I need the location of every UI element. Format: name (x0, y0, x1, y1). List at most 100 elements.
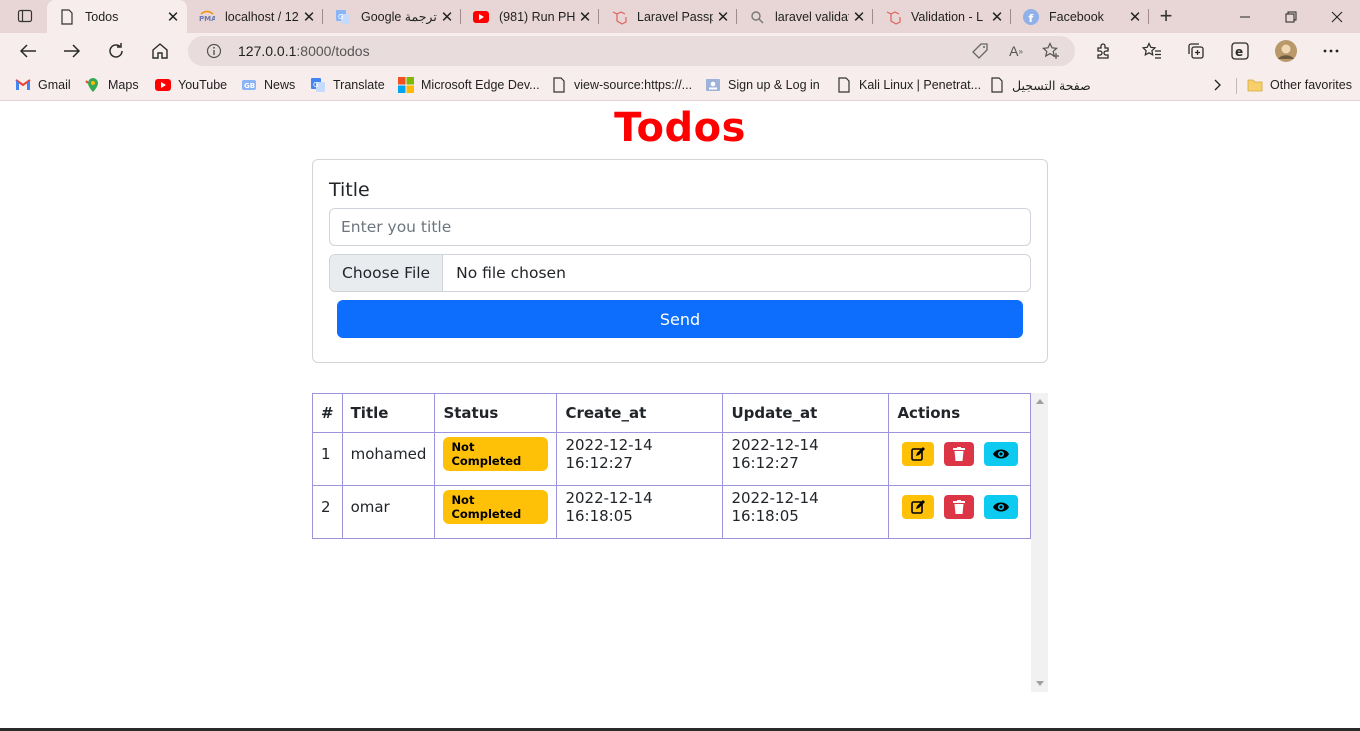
url-field[interactable]: 127.0.0.1:8000/todos A» (188, 36, 1075, 66)
view-button[interactable] (984, 442, 1019, 466)
youtube-icon (155, 77, 171, 93)
internet-explorer-mode-icon[interactable]: e (1225, 37, 1255, 65)
close-window-icon[interactable] (1314, 0, 1360, 33)
favorites-icon[interactable] (1137, 37, 1167, 65)
close-icon[interactable]: ✕ (299, 7, 319, 27)
delete-button[interactable] (944, 442, 975, 466)
avatar[interactable] (1271, 37, 1301, 65)
column-header-number: # (312, 393, 343, 433)
translate-icon: G (335, 9, 351, 25)
bookmark-label: Maps (108, 78, 139, 92)
row-actions (888, 432, 1031, 486)
row-status: Not Completed (434, 485, 558, 539)
tab-label: Laravel Passp (637, 9, 713, 24)
close-icon[interactable]: ✕ (713, 7, 733, 27)
bookmark-view-source[interactable]: view-source:https://... (551, 75, 692, 95)
bookmark-label: Gmail (38, 78, 71, 92)
svg-text:f: f (1029, 12, 1034, 25)
row-title: omar (341, 485, 436, 539)
tab-bar: Todos ✕ PMA localhost / 12 ✕ G Google تر… (0, 0, 1360, 33)
bookmark-other-favorites[interactable]: Other favorites (1247, 75, 1352, 95)
page-icon (551, 77, 567, 93)
back-icon[interactable] (13, 37, 43, 65)
close-icon[interactable]: ✕ (163, 7, 183, 27)
bookmark-label: Microsoft Edge Dev... (421, 78, 540, 92)
svg-text:e: e (1235, 45, 1243, 59)
view-button[interactable] (984, 495, 1019, 519)
scroll-down-icon[interactable] (1031, 675, 1048, 692)
close-icon[interactable]: ✕ (575, 7, 595, 27)
tab-facebook[interactable]: f Facebook ✕ (1011, 0, 1149, 33)
scroll-up-icon[interactable] (1031, 393, 1048, 410)
bookmark-news[interactable]: GB News (241, 75, 295, 95)
tab-todos[interactable]: Todos ✕ (47, 0, 187, 33)
close-icon[interactable]: ✕ (437, 7, 457, 27)
status-badge: Not Completed (443, 490, 549, 524)
bookmark-label: Kali Linux | Penetrat... (859, 78, 982, 92)
bookmark-translate[interactable]: G Translate (310, 75, 385, 95)
edit-button[interactable] (902, 442, 935, 466)
tab-label: localhost / 12 (225, 9, 299, 24)
bookmarks-divider (1236, 78, 1237, 94)
chevron-right-icon[interactable] (1212, 75, 1222, 95)
close-icon[interactable]: ✕ (1125, 7, 1145, 27)
refresh-icon[interactable] (101, 37, 131, 65)
extensions-icon[interactable] (1088, 37, 1118, 65)
bookmark-maps[interactable]: Maps (85, 75, 139, 95)
translate-icon: G (310, 77, 326, 93)
bookmark-edge-dev[interactable]: Microsoft Edge Dev... (398, 75, 540, 95)
row-created-at: 2022-12-14 16:18:05 (556, 485, 724, 539)
edit-button[interactable] (902, 495, 935, 519)
choose-file-button[interactable]: Choose File (330, 255, 444, 291)
title-input[interactable] (329, 208, 1031, 246)
tab-label: Facebook (1049, 9, 1104, 24)
bookmark-label: Other favorites (1270, 78, 1352, 92)
microsoft-icon (398, 77, 414, 93)
read-aloud-icon[interactable]: A» (1006, 41, 1026, 61)
tab-laravel-validation-search[interactable]: laravel validat ✕ (737, 0, 873, 33)
home-icon[interactable] (145, 37, 175, 65)
tab-validation[interactable]: Validation - L ✕ (873, 0, 1011, 33)
bookmarks-bar: Gmail Maps YouTube GB News G Translate M… (0, 69, 1360, 101)
more-options-icon[interactable] (1316, 37, 1346, 65)
eye-icon (993, 502, 1010, 512)
bookmark-registration[interactable]: صفحة التسجيل (989, 75, 1091, 95)
close-icon[interactable]: ✕ (987, 7, 1007, 27)
url-text: 127.0.0.1:8000/todos (238, 43, 370, 59)
file-input[interactable]: Choose File No file chosen (329, 254, 1031, 292)
restore-icon[interactable] (1268, 0, 1314, 33)
tab-label: Validation - L (911, 9, 984, 24)
tab-laravel-passport[interactable]: Laravel Passp ✕ (599, 0, 737, 33)
tab-youtube[interactable]: (981) Run PHP ✕ (461, 0, 599, 33)
bookmark-label: صفحة التسجيل (1012, 78, 1091, 93)
bookmark-label: YouTube (178, 78, 228, 92)
laravel-icon (611, 9, 627, 25)
close-icon[interactable]: ✕ (849, 7, 869, 27)
tab-translate[interactable]: G Google ترجمة ✕ (323, 0, 461, 33)
bookmark-kali[interactable]: Kali Linux | Penetrat... (836, 75, 981, 95)
collections-icon[interactable] (1181, 37, 1211, 65)
bookmark-youtube[interactable]: YouTube (155, 75, 227, 95)
info-icon[interactable] (204, 41, 224, 61)
table-scrollbar[interactable] (1031, 393, 1048, 692)
row-updated-at: 2022-12-14 16:18:05 (722, 485, 890, 539)
row-created-at: 2022-12-14 16:12:27 (556, 432, 724, 486)
row-title: mohamed (341, 432, 436, 486)
send-button[interactable]: Send (337, 300, 1023, 338)
delete-button[interactable] (944, 495, 975, 519)
new-tab-icon[interactable]: + (1153, 3, 1179, 28)
minimize-icon[interactable] (1222, 0, 1268, 33)
tab-localhost[interactable]: PMA localhost / 12 ✕ (187, 0, 323, 33)
add-favorite-icon[interactable] (1041, 41, 1061, 61)
tag-icon[interactable] (970, 41, 990, 61)
tab-label: Todos (85, 9, 119, 24)
bookmark-sign-up[interactable]: Sign up & Log in (705, 75, 820, 95)
youtube-icon (473, 9, 489, 25)
bookmark-gmail[interactable]: Gmail (15, 75, 71, 95)
column-header-status: Status (434, 393, 558, 433)
tab-actions-icon[interactable] (12, 5, 38, 27)
forward-icon[interactable] (57, 37, 87, 65)
facebook-icon: f (1023, 8, 1039, 25)
row-status: Not Completed (434, 432, 558, 486)
trash-icon (953, 500, 966, 514)
